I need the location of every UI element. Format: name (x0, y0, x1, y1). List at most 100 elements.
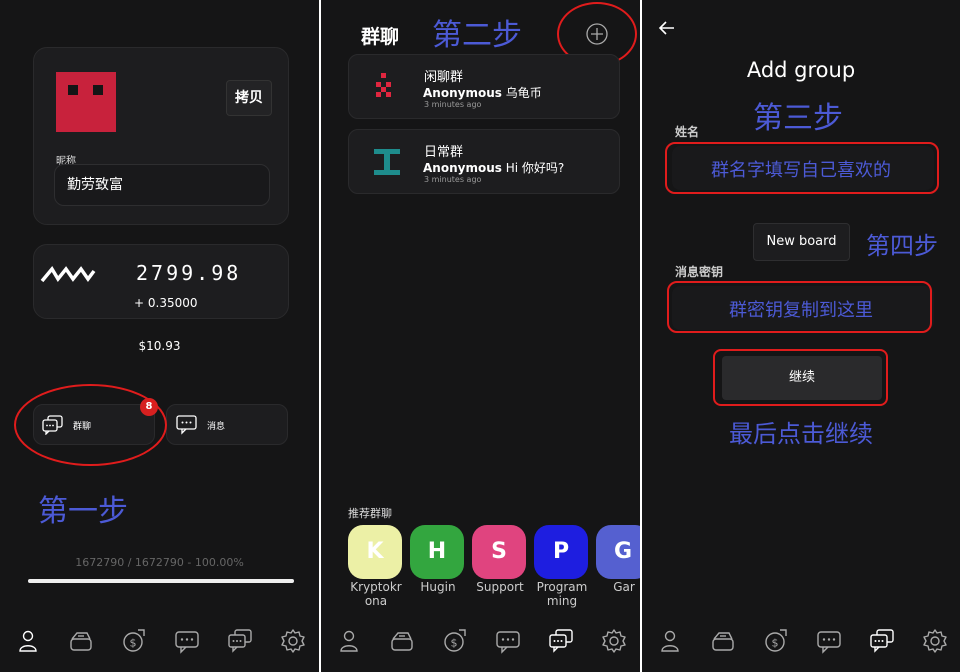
groups-screen: 群聊 第二步 闲聊群 Anonymous 乌龟币 3 minutes ago 日… (321, 0, 640, 672)
group-label: Hugin (420, 580, 456, 594)
wallet-icon (391, 632, 413, 651)
nav-groups-button[interactable] (869, 628, 895, 654)
message-time: 3 minutes ago (424, 100, 482, 109)
group-icon: H (410, 525, 464, 579)
nav-message-button[interactable] (816, 628, 842, 654)
kryptokrona-logo-icon (40, 263, 96, 285)
messages-button[interactable]: 消息 (166, 404, 288, 445)
step3-annotation: 第三步 (753, 101, 843, 136)
group-label: Gar (613, 580, 635, 594)
svg-text:$: $ (451, 637, 458, 650)
nav-settings-button[interactable] (601, 628, 627, 654)
message-icon (496, 631, 520, 654)
group-icon: K (348, 525, 402, 579)
key-highlight (667, 281, 932, 333)
bottom-nav: $ (0, 618, 319, 672)
recommended-group[interactable]: H Hugin (410, 525, 466, 594)
nav-message-button[interactable] (174, 628, 200, 654)
recommended-group[interactable]: K Kryptokr ona (348, 525, 404, 608)
bottom-nav: $ (321, 618, 640, 672)
message-icon (175, 631, 199, 654)
new-board-button[interactable]: New board (753, 223, 850, 261)
name-highlight (665, 142, 939, 194)
bottom-nav: $ (642, 618, 960, 672)
group-avatar-icon (374, 72, 394, 102)
step1-highlight (14, 384, 167, 466)
nav-person-button[interactable] (336, 628, 362, 654)
nav-groups-button[interactable] (227, 628, 253, 654)
recommended-groups: K Kryptokr ona H Hugin S Support P Program ming G G… (348, 525, 640, 615)
recommended-group[interactable]: G Gar (596, 525, 640, 594)
settings-icon (602, 629, 626, 653)
group-name: 闲聊群 (424, 70, 464, 85)
group-label-continued: ona (364, 594, 388, 608)
group-icon: G (596, 525, 640, 579)
nav-message-button[interactable] (495, 628, 521, 654)
recommended-group[interactable]: S Support (472, 525, 528, 594)
profile-card: 拷贝 昵称 勤劳致富 (33, 47, 289, 225)
recommended-group[interactable]: P Program ming (534, 525, 590, 608)
person-icon (19, 630, 37, 652)
group-icon: P (534, 525, 588, 579)
final-annotation: 最后点击继续 (729, 420, 873, 448)
groups-icon (549, 629, 573, 653)
page-title: Add group (746, 58, 856, 82)
svg-text:$: $ (772, 637, 779, 650)
recommended-label: 推荐群聊 (348, 507, 392, 520)
wallet-icon (712, 632, 734, 651)
balance-card: 2799.98 + 0.35000 (33, 244, 289, 319)
back-button[interactable] (657, 18, 677, 38)
continue-highlight (713, 349, 888, 406)
balance-change: + 0.35000 (134, 296, 198, 310)
add-group-screen: Add group 第三步 姓名 群名字填写自己喜欢的 New board 第四… (642, 0, 960, 672)
list-item[interactable]: 日常群 Anonymous Hi 你好吗? 3 minutes ago (348, 129, 620, 194)
nav-person-button[interactable] (657, 628, 683, 654)
transfer-icon: $ (123, 629, 145, 652)
message-icon (176, 415, 198, 435)
transfer-icon: $ (765, 629, 787, 652)
groups-icon (228, 629, 252, 653)
last-message: Anonymous Hi 你好吗? (423, 161, 565, 175)
nav-transfer-button[interactable]: $ (763, 628, 789, 654)
list-item[interactable]: 闲聊群 Anonymous 乌龟币 3 minutes ago (348, 54, 620, 119)
groups-icon (870, 629, 894, 653)
group-avatar-icon (373, 147, 401, 177)
transfer-icon: $ (444, 629, 466, 652)
nav-wallet-button[interactable] (68, 628, 94, 654)
name-label: 姓名 (675, 125, 700, 139)
page-title: 群聊 (361, 26, 400, 48)
avatar (56, 72, 116, 132)
nav-person-button[interactable] (15, 628, 41, 654)
nav-groups-button[interactable] (548, 628, 574, 654)
nav-wallet-button[interactable] (389, 628, 415, 654)
nav-transfer-button[interactable]: $ (442, 628, 468, 654)
profile-screen: 拷贝 昵称 勤劳致富 2799.98 + 0.35000 $10.93 群聊 8… (0, 0, 319, 672)
sync-progress-fill (28, 579, 294, 583)
nav-settings-button[interactable] (280, 628, 306, 654)
person-icon (340, 630, 358, 652)
message-time: 3 minutes ago (424, 175, 482, 184)
group-label: Kryptokr (350, 580, 402, 594)
nav-transfer-button[interactable]: $ (121, 628, 147, 654)
nav-settings-button[interactable] (922, 628, 948, 654)
step4-annotation: 第四步 (866, 232, 938, 260)
nav-wallet-button[interactable] (710, 628, 736, 654)
settings-icon (281, 629, 305, 653)
group-icon: S (472, 525, 526, 579)
sync-progress-bar (28, 579, 294, 583)
wallet-icon (70, 632, 92, 651)
group-label-continued: ming (546, 594, 578, 608)
group-name: 日常群 (424, 145, 464, 160)
nickname-field[interactable]: 勤劳致富 (54, 164, 270, 206)
group-label: Support (476, 580, 524, 594)
messages-button-label: 消息 (207, 422, 226, 432)
step2-annotation: 第二步 (432, 18, 522, 53)
step1-annotation: 第一步 (38, 494, 128, 529)
arrow-left-icon (658, 21, 674, 35)
copy-button[interactable]: 拷贝 (226, 80, 272, 116)
sync-status: 1672790 / 1672790 - 100.00% (75, 556, 244, 569)
message-icon (817, 631, 841, 654)
svg-text:$: $ (130, 637, 137, 650)
fiat-value: $10.93 (138, 339, 181, 353)
key-label: 消息密钥 (675, 265, 724, 279)
